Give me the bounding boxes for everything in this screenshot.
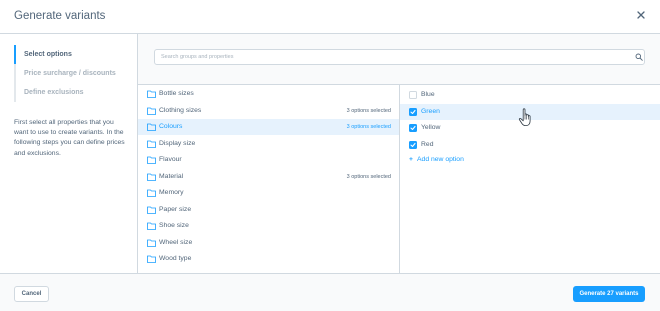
wizard-sidebar: Select options Price surcharge / discoun… <box>0 34 138 273</box>
wizard-steps: Select options Price surcharge / discoun… <box>14 45 124 102</box>
folder-icon <box>147 255 156 263</box>
check-icon <box>410 142 416 147</box>
group-row-shoe-size[interactable]: Shoe size <box>138 218 399 234</box>
hand-pointer-icon <box>518 108 531 126</box>
option-checkbox[interactable] <box>409 124 417 132</box>
search-icon[interactable] <box>635 53 643 61</box>
check-icon <box>410 125 416 131</box>
group-name: Shoe size <box>159 222 189 229</box>
step-select-options[interactable]: Select options <box>14 45 124 64</box>
group-row-flavour[interactable]: Flavour <box>138 152 399 168</box>
folder-icon <box>147 140 156 148</box>
add-new-option-link[interactable]: + Add new option <box>409 156 464 163</box>
search-field[interactable] <box>154 49 645 65</box>
folder-icon <box>147 107 156 115</box>
group-selected-count: 3 options selected <box>346 124 391 130</box>
property-group-list: Bottle sizes Clothing sizes 3 options se… <box>138 84 400 273</box>
step-define-exclusions[interactable]: Define exclusions <box>16 83 124 102</box>
option-checkbox[interactable] <box>409 107 417 116</box>
group-row-material[interactable]: Material 3 options selected <box>138 169 399 185</box>
cancel-button[interactable]: Cancel <box>14 286 49 302</box>
folder-icon <box>147 222 156 230</box>
check-icon <box>410 109 416 114</box>
group-name: Paper size <box>159 205 192 213</box>
modal-title: Generate variants <box>14 10 106 22</box>
option-checkbox[interactable] <box>409 140 417 149</box>
option-checkbox[interactable] <box>409 91 417 99</box>
folder-icon <box>147 206 156 214</box>
group-row-paper-size[interactable]: Paper size <box>138 202 399 218</box>
group-name: Colours <box>159 123 183 130</box>
group-row-wheel-size[interactable]: Wheel size <box>138 235 399 251</box>
modal-footer: Cancel Generate 27 variants <box>0 273 660 311</box>
option-row-red[interactable]: Red <box>400 137 660 153</box>
group-name: Memory <box>159 189 184 196</box>
option-label: Blue <box>421 91 435 98</box>
group-name: Wood type <box>159 255 192 262</box>
folder-icon <box>147 156 156 164</box>
folder-icon <box>147 189 156 197</box>
folder-icon <box>147 173 156 181</box>
plus-icon: + <box>409 156 413 163</box>
add-option-label: Add new option <box>417 156 464 163</box>
group-name: Flavour <box>159 156 182 163</box>
group-selected-count: 3 options selected <box>346 107 391 114</box>
option-row-blue[interactable]: Blue <box>400 87 660 103</box>
intro-text: First select all properties that you wan… <box>14 119 125 157</box>
group-row-colours[interactable]: Colours 3 options selected <box>138 119 399 135</box>
close-icon[interactable] <box>636 10 646 20</box>
group-row-display-size[interactable]: Display size <box>138 136 399 152</box>
search-input[interactable] <box>161 52 621 62</box>
group-name: Bottle sizes <box>159 90 194 97</box>
folder-icon <box>147 90 156 98</box>
group-name: Material <box>159 172 184 180</box>
group-row-memory[interactable]: Memory <box>138 185 399 201</box>
folder-icon <box>147 239 156 247</box>
folder-icon <box>147 123 156 131</box>
group-selected-count: 3 options selected <box>346 173 391 180</box>
group-row-wood-type[interactable]: Wood type <box>138 251 399 267</box>
group-name: Wheel size <box>159 238 193 246</box>
generate-variants-button[interactable]: Generate 27 variants <box>573 286 645 302</box>
group-row-clothing-sizes[interactable]: Clothing sizes 3 options selected <box>138 103 399 119</box>
option-label: Green <box>421 107 440 115</box>
generate-variants-modal: Generate variants Select options Price s… <box>0 0 660 311</box>
group-row-bottle-sizes[interactable]: Bottle sizes <box>138 86 399 102</box>
step-price-surcharge[interactable]: Price surcharge / discounts <box>16 64 124 83</box>
group-name: Clothing sizes <box>159 106 202 114</box>
option-label: Red <box>421 140 434 148</box>
group-name: Display size <box>159 139 196 147</box>
modal-header: Generate variants <box>0 0 660 34</box>
option-label: Yellow <box>421 124 441 131</box>
main-panel: Bottle sizes Clothing sizes 3 options se… <box>138 34 660 273</box>
